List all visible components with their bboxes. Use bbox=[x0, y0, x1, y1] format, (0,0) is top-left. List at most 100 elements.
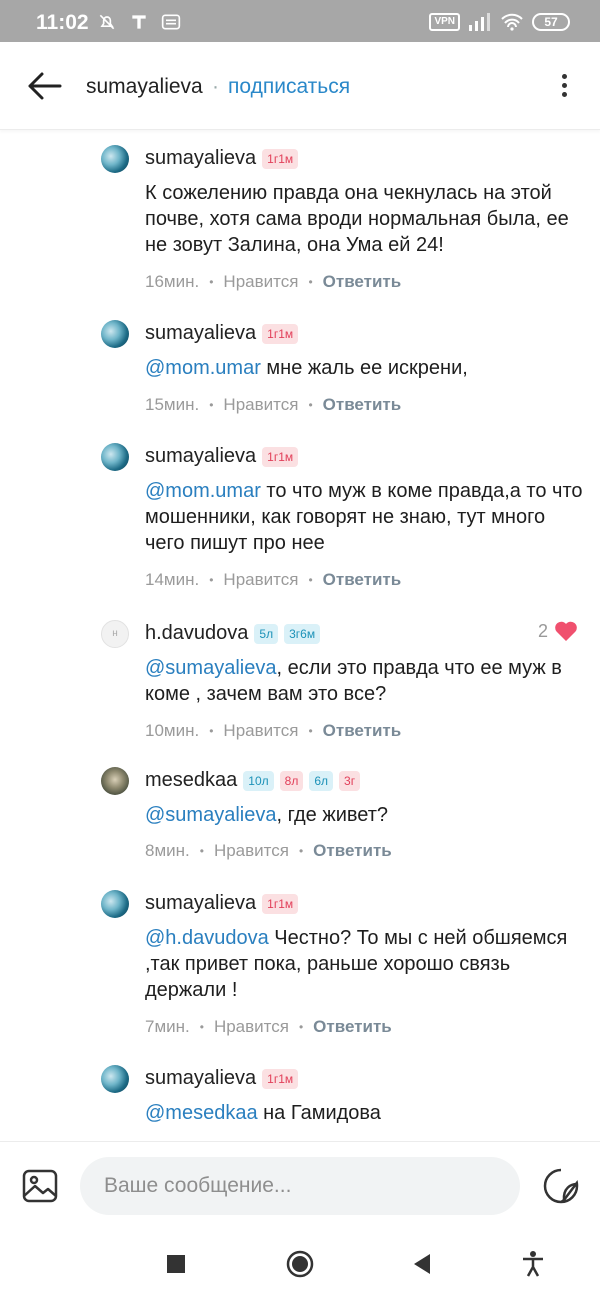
sticker-icon[interactable] bbox=[542, 1168, 580, 1204]
avatar[interactable] bbox=[101, 320, 129, 348]
comment-time: 10мин. bbox=[145, 721, 200, 740]
mention-link[interactable]: @sumayalieva bbox=[145, 804, 276, 826]
like-button[interactable]: Нравится bbox=[223, 721, 298, 741]
comment-meta: 10мин. • Нравится • Ответить bbox=[145, 721, 402, 741]
mention-link[interactable]: @mom.umar bbox=[145, 357, 261, 379]
app-header: sumayalieva · подписаться bbox=[0, 42, 600, 130]
like-button[interactable]: Нравится bbox=[223, 570, 298, 590]
comment-text: @mom.umar то что муж в коме правда,а то … bbox=[145, 478, 590, 556]
comment-meta: 15мин. • Нравится • Ответить bbox=[145, 395, 402, 415]
accessibility-icon[interactable] bbox=[518, 1249, 548, 1279]
user-badge: 3г bbox=[339, 770, 361, 791]
comment-header: sumayalieva 1г1м bbox=[145, 892, 299, 915]
comments-list[interactable]: sumayalieva 1г1м К сожелению правда она … bbox=[0, 131, 600, 1141]
status-time: 11:02 bbox=[36, 11, 89, 34]
circle-icon[interactable] bbox=[285, 1249, 315, 1279]
system-nav-bar bbox=[0, 1229, 600, 1299]
comment-header: sumayalieva 1г1м bbox=[145, 322, 299, 345]
comment-meta: 7мин. • Нравится • Ответить bbox=[145, 1017, 392, 1037]
comment-item: sumayalieva 1г1м @mom.umar мне жаль ее и… bbox=[0, 320, 600, 420]
comment-meta: 16мин. • Нравится • Ответить bbox=[145, 272, 402, 292]
like-button[interactable]: Нравится bbox=[223, 272, 298, 292]
header-separator: · bbox=[212, 75, 219, 98]
comment-time: 15мин. bbox=[145, 395, 200, 414]
comment-header: mesedkaa 10л 8л 6л 3г bbox=[145, 769, 361, 792]
comment-item: sumayalieva 1г1м @mesedkaa на Гамидова bbox=[0, 1065, 600, 1141]
status-bar: 11:02 VPN 57 bbox=[0, 0, 600, 42]
more-vertical-icon[interactable] bbox=[558, 70, 570, 102]
user-badge: 10л bbox=[243, 770, 274, 791]
avatar[interactable] bbox=[101, 443, 129, 471]
reply-button[interactable]: Ответить bbox=[323, 721, 402, 741]
user-badge: 6л bbox=[309, 770, 334, 791]
comment-body: на Гамидова bbox=[257, 1102, 381, 1124]
message-composer bbox=[0, 1141, 600, 1229]
comment-username[interactable]: sumayalieva bbox=[145, 1067, 256, 1090]
user-badge: 1г1м bbox=[262, 1068, 299, 1089]
comment-text: @mesedkaa на Гамидова bbox=[145, 1100, 590, 1126]
signal-icon bbox=[469, 13, 490, 31]
mention-link[interactable]: @sumayalieva bbox=[145, 657, 276, 679]
comment-item: sumayalieva 1г1м @mom.umar то что муж в … bbox=[0, 443, 600, 593]
message-input[interactable] bbox=[80, 1157, 520, 1215]
user-badge: 8л bbox=[279, 770, 304, 791]
comment-item: sumayalieva 1г1м @h.davudova Честно? То … bbox=[0, 890, 600, 1040]
avatar[interactable] bbox=[101, 145, 129, 173]
comment-meta: 14мин. • Нравится • Ответить bbox=[145, 570, 402, 590]
user-badge: 3г6м bbox=[284, 623, 321, 644]
avatar[interactable]: н bbox=[101, 620, 129, 648]
comment-header: sumayalieva 1г1м bbox=[145, 1067, 299, 1090]
comment-username[interactable]: sumayalieva bbox=[145, 147, 256, 170]
subscribe-button[interactable]: подписаться bbox=[228, 75, 350, 99]
mention-link[interactable]: @h.davudova bbox=[145, 927, 269, 949]
reply-button[interactable]: Ответить bbox=[323, 395, 402, 415]
comment-meta: 8мин. • Нравится • Ответить bbox=[145, 841, 392, 861]
avatar[interactable] bbox=[101, 767, 129, 795]
like-button[interactable]: Нравится bbox=[214, 841, 289, 861]
heart-icon[interactable] bbox=[554, 620, 578, 642]
header-username[interactable]: sumayalieva bbox=[86, 75, 203, 99]
reply-button[interactable]: Ответить bbox=[313, 1017, 392, 1037]
comment-username[interactable]: sumayalieva bbox=[145, 445, 256, 468]
mention-link[interactable]: @mesedkaa bbox=[145, 1102, 258, 1124]
likes-count: 2 bbox=[537, 620, 548, 641]
comment-text: @sumayalieva, где живет? bbox=[145, 802, 590, 828]
comment-time: 7мин. bbox=[145, 1017, 190, 1036]
comment-item: sumayalieva 1г1м К сожелению правда она … bbox=[0, 145, 600, 315]
arrow-left-icon[interactable] bbox=[26, 70, 62, 102]
wifi-icon bbox=[501, 13, 523, 31]
bell-off-icon bbox=[99, 14, 115, 30]
triangle-icon[interactable] bbox=[408, 1249, 438, 1279]
user-badge: 5л bbox=[254, 623, 279, 644]
user-badge: 1г1м bbox=[262, 446, 299, 467]
reply-button[interactable]: Ответить bbox=[323, 570, 402, 590]
like-button[interactable]: Нравится bbox=[214, 1017, 289, 1037]
comment-username[interactable]: sumayalieva bbox=[145, 322, 256, 345]
comment-username[interactable]: mesedkaa bbox=[145, 769, 237, 792]
momlife-app-icon bbox=[161, 14, 181, 30]
comment-text: @sumayalieva, если это правда что ее муж… bbox=[145, 655, 590, 707]
comment-time: 16мин. bbox=[145, 272, 200, 291]
status-left-icons bbox=[96, 12, 182, 32]
comment-time: 14мин. bbox=[145, 570, 200, 589]
comment-body: К сожелению правда она чекнулась на этой… bbox=[145, 182, 569, 256]
avatar[interactable] bbox=[101, 890, 129, 918]
image-icon[interactable] bbox=[22, 1169, 58, 1203]
user-badge: 1г1м bbox=[262, 148, 299, 169]
mention-link[interactable]: @mom.umar bbox=[145, 480, 261, 502]
likes-counter[interactable]: 2 bbox=[538, 620, 578, 642]
reply-button[interactable]: Ответить bbox=[313, 841, 392, 861]
reply-button[interactable]: Ответить bbox=[323, 272, 402, 292]
square-icon[interactable] bbox=[161, 1249, 191, 1279]
comment-username[interactable]: sumayalieva bbox=[145, 892, 256, 915]
t-app-icon bbox=[132, 15, 146, 29]
comment-body: мне жаль ее искрени, bbox=[260, 357, 468, 379]
comment-item: mesedkaa 10л 8л 6л 3г @sumayalieva, где … bbox=[0, 767, 600, 867]
comment-header: sumayalieva 1г1м bbox=[145, 147, 299, 170]
comment-text: @mom.umar мне жаль ее искрени, bbox=[145, 355, 590, 381]
status-right-icons: VPN 57 bbox=[429, 13, 570, 31]
comment-text: @h.davudova Честно? То мы с ней обшяемся… bbox=[145, 925, 590, 1003]
avatar[interactable] bbox=[101, 1065, 129, 1093]
like-button[interactable]: Нравится bbox=[223, 395, 298, 415]
comment-username[interactable]: h.davudova bbox=[145, 622, 248, 645]
